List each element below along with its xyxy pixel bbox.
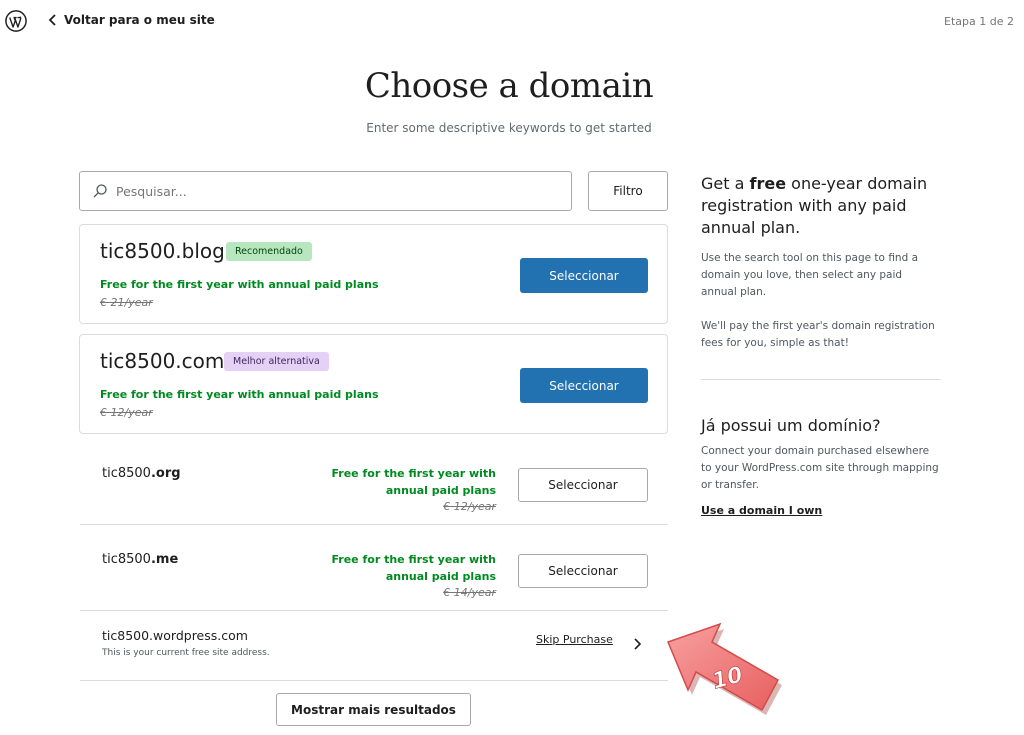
use-own-domain-link[interactable]: Use a domain I own (701, 504, 822, 517)
free-site-note: This is your current free site address. (102, 648, 270, 658)
skip-purchase-link[interactable]: Skip Purchase (536, 633, 613, 646)
back-to-site-link[interactable]: Voltar para o meu site (48, 13, 215, 27)
search-box[interactable] (79, 171, 572, 211)
recommended-badge: Recomendado (226, 242, 312, 261)
free-site-row: tic8500.wordpress.com This is your curre… (80, 611, 668, 681)
select-button[interactable]: Seleccionar (520, 258, 648, 293)
free-site-domain: tic8500.wordpress.com (102, 628, 248, 643)
own-domain-section: Já possui um domínio? Connect your domai… (701, 416, 941, 518)
domain-result-row: tic8500.me Free for the first year with … (80, 525, 668, 611)
best-alternative-badge: Melhor alternativa (224, 352, 329, 371)
featured-domain-card: tic8500.blog Recomendado Free for the fi… (79, 224, 668, 324)
chevron-right-icon[interactable] (631, 637, 643, 651)
domain-name: tic8500.me (102, 552, 179, 567)
show-more-results-button[interactable]: Mostrar mais resultados (276, 693, 471, 726)
chevron-left-icon (48, 14, 56, 26)
free-first-year-text: Free for the first year with annual paid… (331, 553, 496, 583)
domain-price: € 12/year (100, 406, 153, 419)
promo-title: Get a free one-year domain registration … (701, 174, 928, 237)
select-button[interactable]: Seleccionar (520, 368, 648, 403)
step-indicator: Etapa 1 de 2 (944, 15, 1014, 28)
domain-name: tic8500.blog (100, 239, 225, 263)
search-input[interactable] (116, 183, 536, 199)
step-callout-arrow: 10 (667, 622, 782, 715)
free-first-year-text: Free for the first year with annual paid… (100, 388, 379, 401)
select-button[interactable]: Seleccionar (518, 554, 648, 588)
domain-price: € 12/year (443, 500, 496, 513)
domain-price: € 21/year (100, 296, 153, 309)
free-first-year-text: Free for the first year with annual paid… (331, 467, 496, 497)
domain-price: € 14/year (443, 586, 496, 599)
promo-text: Use the search tool on this page to find… (701, 252, 919, 298)
free-domain-promo: Get a free one-year domain registration … (701, 173, 941, 352)
featured-domain-card: tic8500.com Melhor alternativa Free for … (79, 334, 668, 434)
free-first-year-text: Free for the first year with annual paid… (100, 278, 379, 291)
search-icon (93, 184, 107, 198)
top-bar: Voltar para o meu site Etapa 1 de 2 (0, 0, 1024, 42)
page-title: Choose a domain (364, 66, 654, 106)
back-link-label: Voltar para o meu site (64, 13, 215, 27)
select-button[interactable]: Seleccionar (518, 468, 648, 502)
page-subtitle: Enter some descriptive keywords to get s… (366, 121, 652, 135)
domain-result-row: tic8500.org Free for the first year with… (80, 439, 668, 525)
domain-name: tic8500.org (102, 466, 181, 481)
promo-text: We'll pay the first year's domain regist… (701, 320, 935, 349)
wordpress-logo-icon[interactable] (5, 10, 27, 32)
domain-name: tic8500.com (100, 349, 225, 373)
filter-button[interactable]: Filtro (588, 171, 668, 211)
divider (701, 379, 941, 380)
own-domain-text: Connect your domain purchased elsewhere … (701, 445, 939, 491)
own-domain-title: Já possui um domínio? (701, 416, 881, 435)
